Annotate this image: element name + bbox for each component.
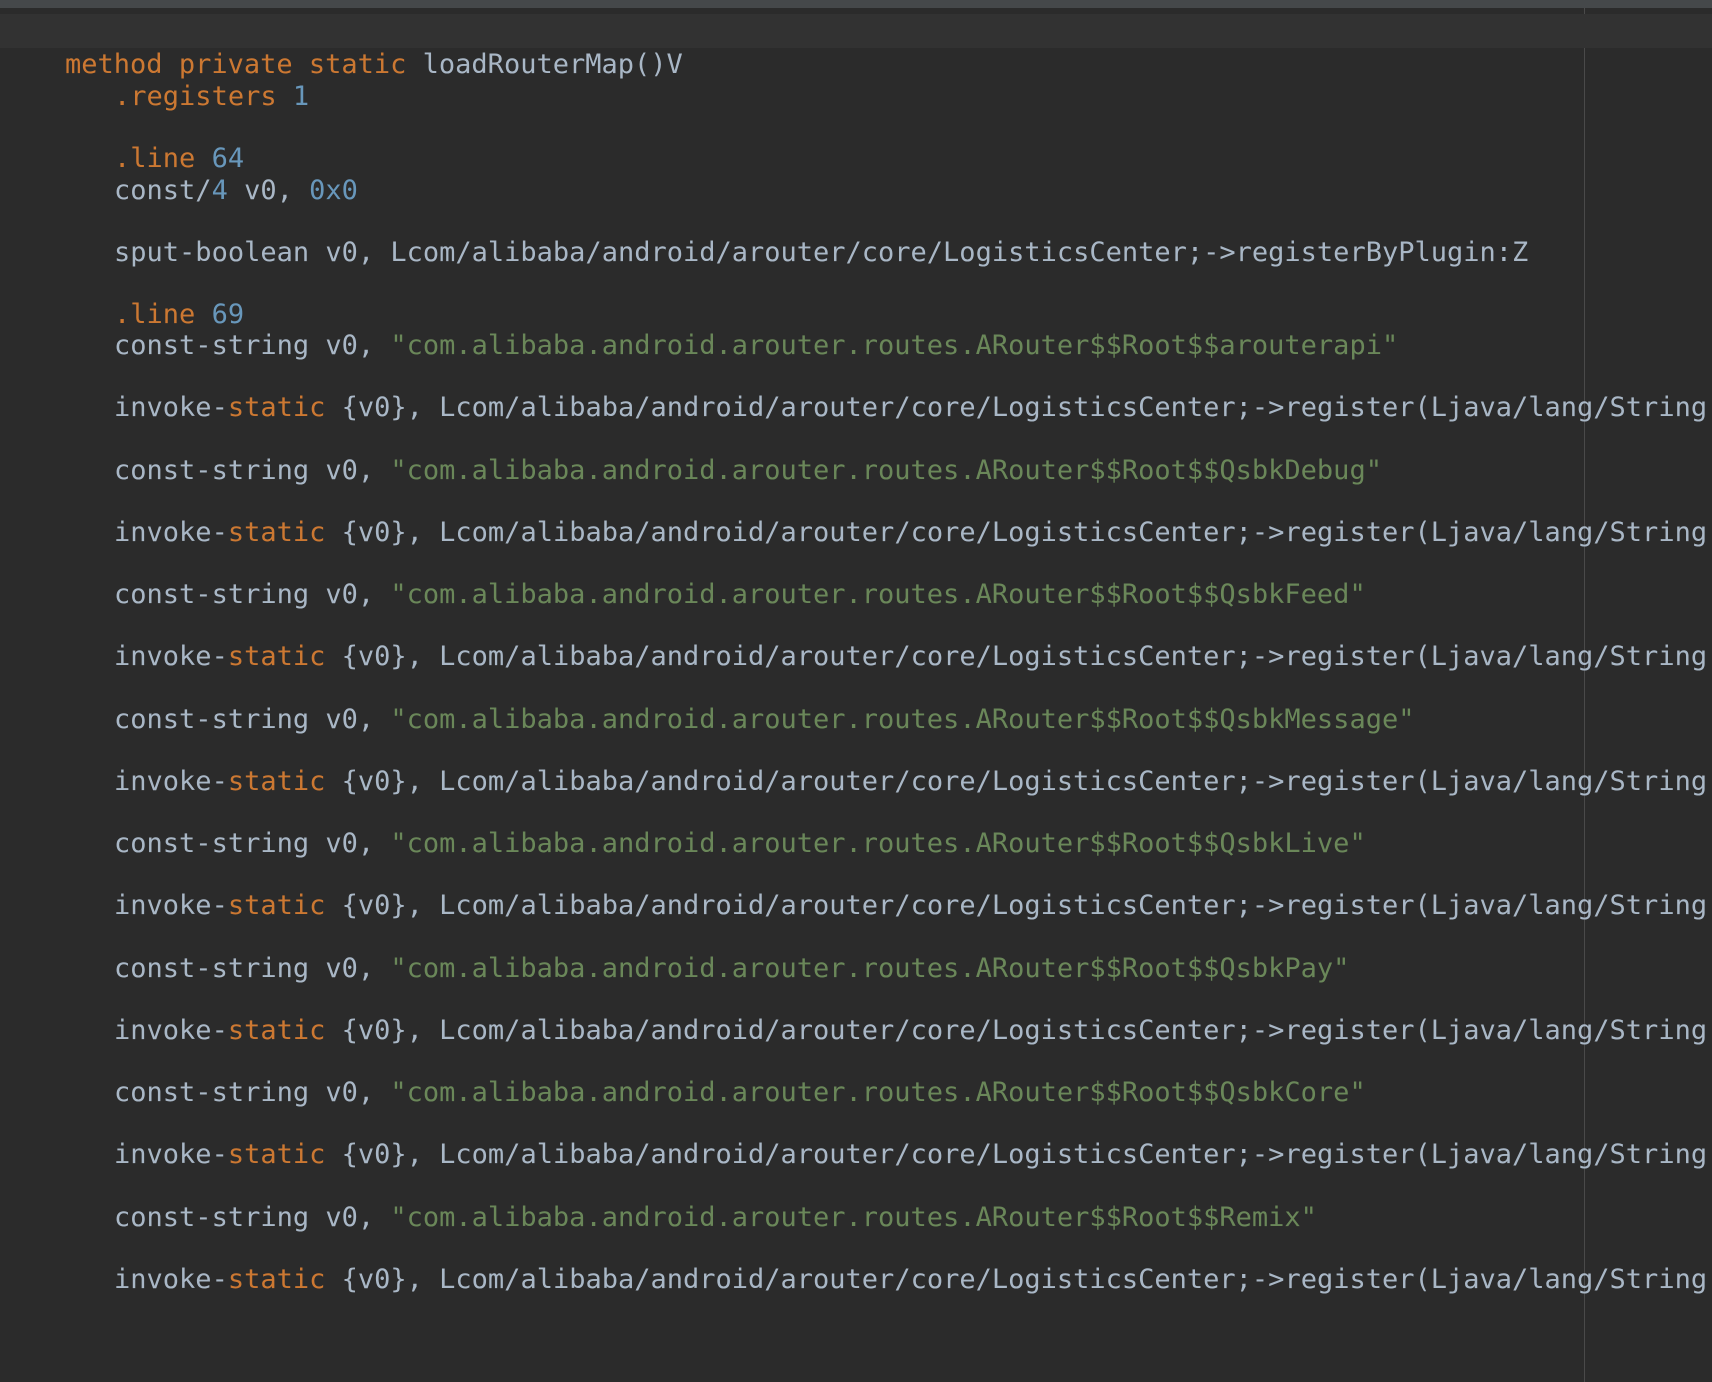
sput-statement: sput-boolean v0, Lcom/alibaba/android/ar… xyxy=(114,237,1529,268)
invoke-prefix: invoke- xyxy=(114,1264,228,1295)
code-line-invoke-static[interactable]: invoke-static {v0}, Lcom/alibaba/android… xyxy=(0,1104,1712,1170)
invoke-static-keyword: static xyxy=(227,392,326,423)
invoke-call: {v0}, Lcom/alibaba/android/arouter/core/… xyxy=(325,890,1712,921)
code-line-line69[interactable]: .line 69 xyxy=(0,264,244,330)
code-line-const-string[interactable]: const-string v0, "com.alibaba.android.ar… xyxy=(0,793,1366,859)
method-signature: loadRouterMap()V xyxy=(406,49,683,80)
registers-value: 1 xyxy=(292,81,310,112)
right-margin-guide xyxy=(1584,8,1585,1382)
invoke-static-keyword: static xyxy=(227,1264,326,1295)
code-line-invoke-static[interactable]: invoke-static {v0}, Lcom/alibaba/android… xyxy=(0,731,1712,797)
code-line-invoke-static[interactable]: invoke-static {v0}, Lcom/alibaba/android… xyxy=(0,357,1712,423)
invoke-call: {v0}, Lcom/alibaba/android/arouter/core/… xyxy=(325,1139,1712,1170)
invoke-call: {v0}, Lcom/alibaba/android/arouter/core/… xyxy=(325,392,1712,423)
code-editor[interactable]: method private static loadRouterMap()V .… xyxy=(0,8,1712,1382)
invoke-prefix: invoke- xyxy=(114,641,228,672)
invoke-prefix: invoke- xyxy=(114,1139,228,1170)
editor-top-border xyxy=(0,0,1712,8)
code-line-const-string[interactable]: const-string v0, "com.alibaba.android.ar… xyxy=(0,420,1382,486)
code-line-const-string[interactable]: const-string v0, "com.alibaba.android.ar… xyxy=(0,544,1366,610)
code-line-const-string[interactable]: const-string v0, "com.alibaba.android.ar… xyxy=(0,918,1349,984)
code-line-line64[interactable]: .line 64 xyxy=(0,108,244,174)
code-line-const4[interactable]: const/4 v0, 0x0 xyxy=(0,140,358,206)
code-line-invoke-static[interactable]: invoke-static {v0}, Lcom/alibaba/android… xyxy=(0,606,1712,672)
code-line-invoke-static[interactable]: invoke-static {v0}, Lcom/alibaba/android… xyxy=(0,980,1712,1046)
invoke-static-keyword: static xyxy=(227,1139,326,1170)
invoke-prefix: invoke- xyxy=(114,392,228,423)
code-line-const-string[interactable]: const-string v0, "com.alibaba.android.ar… xyxy=(0,1042,1366,1108)
code-line-registers[interactable]: .registers 1 xyxy=(0,46,309,112)
code-line-const-string[interactable]: const-string v0, "com.alibaba.android.ar… xyxy=(0,295,1398,361)
code-line-const-string[interactable]: const-string v0, "com.alibaba.android.ar… xyxy=(0,1167,1317,1233)
invoke-static-keyword: static xyxy=(227,641,326,672)
code-line-invoke-static[interactable]: invoke-static {v0}, Lcom/alibaba/android… xyxy=(0,1229,1712,1295)
code-line-invoke-static[interactable]: invoke-static {v0}, Lcom/alibaba/android… xyxy=(0,855,1712,921)
invoke-call: {v0}, Lcom/alibaba/android/arouter/core/… xyxy=(325,1264,1712,1295)
code-line-method-header[interactable]: method private static loadRouterMap()V xyxy=(0,14,1712,80)
code-line-const-string[interactable]: const-string v0, "com.alibaba.android.ar… xyxy=(0,669,1414,735)
invoke-static-keyword: static xyxy=(227,890,326,921)
invoke-prefix: invoke- xyxy=(114,890,228,921)
code-line-sput-boolean[interactable]: sput-boolean v0, Lcom/alibaba/android/ar… xyxy=(0,202,1528,268)
code-line-invoke-static[interactable]: invoke-static {v0}, Lcom/alibaba/android… xyxy=(0,482,1712,548)
invoke-call: {v0}, Lcom/alibaba/android/arouter/core/… xyxy=(325,641,1712,672)
